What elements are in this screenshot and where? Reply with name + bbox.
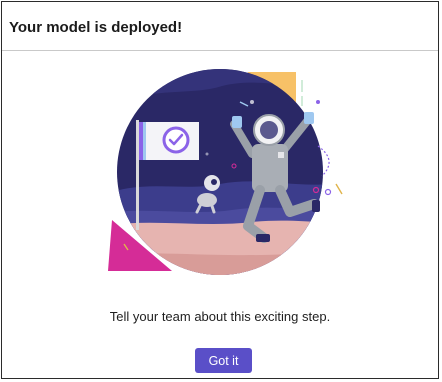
checkmark-icon [162,126,190,154]
astronaut-illustration [108,69,343,275]
dialog-message: Tell your team about this exciting step. [109,309,331,324]
got-it-button[interactable]: Got it [195,348,252,373]
title-divider [2,50,438,51]
deploy-success-dialog: Your model is deployed! Tell your team a… [1,1,439,379]
dialog-title: Your model is deployed! [9,19,183,36]
